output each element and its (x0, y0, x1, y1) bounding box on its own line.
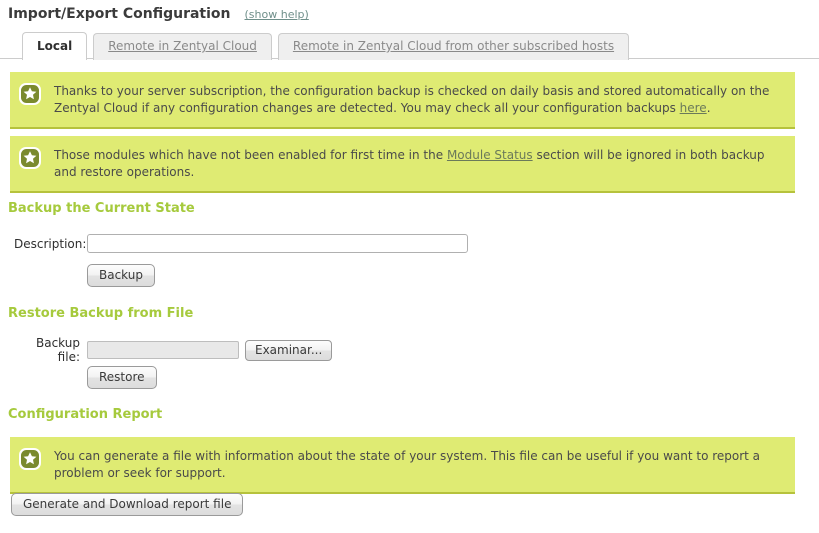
star-badge-icon (18, 146, 42, 170)
section-title-configuration-report: Configuration Report (8, 407, 163, 422)
tab-remote-zentyal-cloud-label: Remote in Zentyal Cloud (108, 39, 257, 53)
note-text-before: Those modules which have not been enable… (54, 148, 447, 162)
backup-file-row: Backup file: Examinar... (14, 336, 333, 364)
tab-remote-zentyal-cloud[interactable]: Remote in Zentyal Cloud (93, 33, 272, 60)
backup-file-label: Backup file: (36, 336, 80, 364)
note-module-status: Those modules which have not been enable… (10, 136, 795, 193)
note-subscription-backup: Thanks to your server subscription, the … (10, 72, 795, 129)
tab-bar: Local Remote in Zentyal Cloud Remote in … (0, 31, 819, 60)
note-configuration-report: You can generate a file with information… (10, 437, 795, 494)
note-text-before: Thanks to your server subscription, the … (54, 84, 770, 115)
section-title-backup: Backup the Current State (8, 201, 195, 216)
show-help-link[interactable]: (show help) (245, 8, 309, 21)
here-link[interactable]: here (680, 101, 707, 115)
restore-button-row: Restore (87, 366, 157, 389)
restore-button[interactable]: Restore (87, 366, 157, 389)
backup-button-row: Backup (87, 264, 155, 287)
note-configuration-report-text: You can generate a file with information… (54, 449, 761, 480)
browse-button[interactable]: Examinar... (245, 339, 333, 361)
description-input[interactable] (87, 234, 468, 253)
star-badge-icon (18, 82, 42, 106)
note-module-status-text: Those modules which have not been enable… (54, 146, 785, 181)
backup-file-input[interactable]: Examinar... (87, 339, 333, 361)
backup-file-path-display[interactable] (87, 341, 239, 359)
generate-report-button[interactable]: Generate and Download report file (11, 493, 244, 516)
tab-list: Local Remote in Zentyal Cloud Remote in … (22, 31, 630, 60)
star-badge-icon (18, 447, 42, 471)
backup-button[interactable]: Backup (87, 264, 155, 287)
tab-remote-other-hosts[interactable]: Remote in Zentyal Cloud from other subsc… (277, 33, 630, 60)
description-label: Description: (14, 236, 87, 251)
section-title-restore: Restore Backup from File (8, 306, 194, 321)
tab-local-label: Local (37, 39, 73, 53)
page-title: Import/Export Configuration (8, 6, 231, 22)
note-subscription-backup-text: Thanks to your server subscription, the … (54, 82, 785, 117)
tab-local[interactable]: Local (22, 32, 88, 60)
note-text-after: . (706, 101, 711, 115)
tab-remote-other-hosts-label: Remote in Zentyal Cloud from other subsc… (292, 39, 615, 53)
description-row: Description: (14, 234, 468, 253)
module-status-link[interactable]: Module Status (447, 148, 533, 162)
generate-report-row: Generate and Download report file (11, 493, 244, 516)
page-header: Import/Export Configuration (show help) (8, 6, 309, 22)
